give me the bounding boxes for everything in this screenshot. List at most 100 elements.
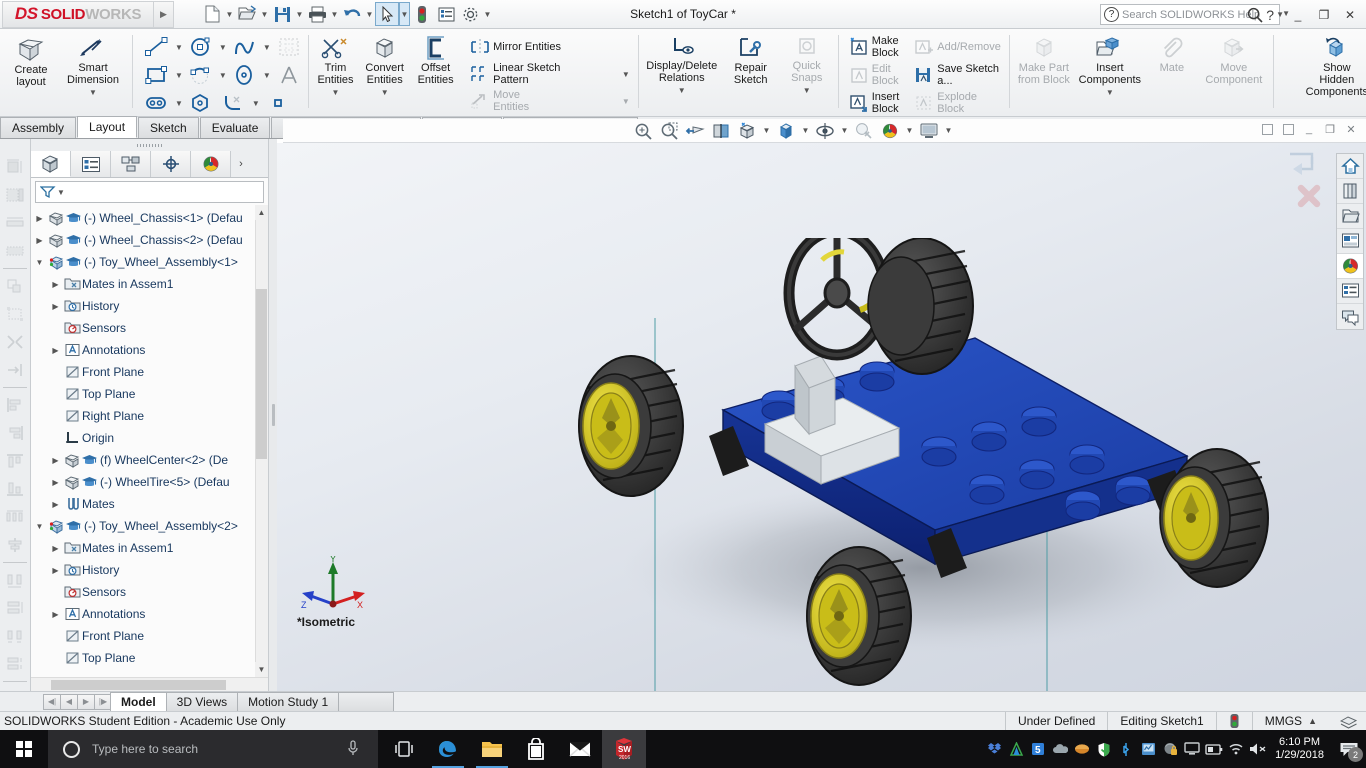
zoom-to-fit-icon[interactable]: [631, 120, 655, 142]
tree-node[interactable]: Top Plane: [33, 383, 268, 405]
status-rebuild-indicator[interactable]: [1215, 711, 1252, 731]
view-settings-icon[interactable]: [917, 120, 941, 142]
hscroll-thumb[interactable]: [51, 680, 226, 690]
tree-node[interactable]: ▶ (f) WheelCenter<2> (De: [33, 449, 268, 471]
wifi-icon[interactable]: [1225, 730, 1247, 768]
network-monitor-icon[interactable]: [1137, 730, 1159, 768]
fillet-caret[interactable]: ▼: [252, 99, 260, 108]
tree-twisty-collapsed[interactable]: ▶: [49, 610, 62, 619]
windows-defender-icon[interactable]: [1093, 730, 1115, 768]
new-document-caret[interactable]: ▼: [224, 2, 235, 26]
volume-muted-icon[interactable]: [1247, 730, 1269, 768]
select-tool-button[interactable]: [375, 2, 399, 26]
toy-car-model[interactable]: [527, 238, 1327, 691]
cancel-sketch-icon[interactable]: [1294, 181, 1324, 214]
tree-node[interactable]: ▼ (-) Toy_Wheel_Assembly<2>: [33, 515, 268, 537]
view-orientation-icon[interactable]: [735, 120, 759, 142]
amber-app-icon[interactable]: [1071, 730, 1093, 768]
close-doc-icon[interactable]: ✕: [1342, 120, 1360, 138]
mirror-entities-item[interactable]: Mirror Entities: [467, 34, 634, 60]
display-manager-tab[interactable]: [191, 151, 231, 177]
property-manager-tab[interactable]: [71, 151, 111, 177]
trim-entities-button[interactable]: Trim Entities ▼: [312, 31, 359, 99]
print-caret[interactable]: ▼: [329, 2, 340, 26]
design-library-icon[interactable]: [1337, 229, 1363, 254]
tree-node[interactable]: ▶ (-) WheelTire<5> (Defau: [33, 471, 268, 493]
security-lock-icon[interactable]: [1159, 730, 1181, 768]
restore-doc-icon[interactable]: ❐: [1321, 120, 1339, 138]
mail-icon[interactable]: [558, 730, 602, 768]
tree-node[interactable]: ▶ History: [33, 559, 268, 581]
options-gear-button[interactable]: [458, 2, 482, 26]
insert-block-item[interactable]: Insert Block: [846, 90, 904, 116]
previous-tab-button[interactable]: ◀: [60, 693, 78, 710]
insert-components-button[interactable]: Insert Components ▼: [1075, 31, 1145, 99]
start-button[interactable]: [0, 730, 48, 768]
hide-show-items-icon[interactable]: [813, 120, 837, 142]
view-settings-caret[interactable]: ▼: [943, 120, 954, 142]
tree-node[interactable]: ▶ History: [33, 295, 268, 317]
search-icon[interactable]: [1247, 7, 1263, 26]
tree-twisty-collapsed[interactable]: ▶: [49, 544, 62, 553]
arc-icon[interactable]: [186, 64, 216, 86]
solidworks-forum-icon[interactable]: [1337, 304, 1363, 329]
tree-twisty-collapsed[interactable]: ▶: [49, 566, 62, 575]
tree-node[interactable]: ▶ Mates in Assem1: [33, 273, 268, 295]
undo-caret[interactable]: ▼: [364, 2, 375, 26]
tree-node[interactable]: Origin: [33, 427, 268, 449]
section-view-icon[interactable]: [709, 120, 733, 142]
save-caret[interactable]: ▼: [294, 2, 305, 26]
battery-icon[interactable]: [1203, 730, 1225, 768]
view-orientation-caret[interactable]: ▼: [761, 120, 772, 142]
tree-node[interactable]: Sensors: [33, 317, 268, 339]
tree-twisty-expanded[interactable]: ▼: [33, 258, 46, 267]
tree-twisty-collapsed[interactable]: ▶: [49, 478, 62, 487]
scroll-down-button[interactable]: ▼: [255, 662, 268, 677]
view-home-icon[interactable]: [1337, 154, 1363, 179]
apply-scene-caret[interactable]: ▼: [904, 120, 915, 142]
next-doc-icon[interactable]: [1279, 120, 1297, 138]
tree-twisty-collapsed[interactable]: ▶: [49, 346, 62, 355]
restore-window-button[interactable]: ❐: [1312, 3, 1336, 27]
bottom-tab-blank[interactable]: [338, 692, 395, 711]
tab-layout[interactable]: Layout: [77, 116, 138, 138]
dropbox-icon[interactable]: [983, 730, 1005, 768]
ellipse-caret[interactable]: ▼: [263, 71, 271, 80]
configuration-manager-tab[interactable]: [111, 151, 151, 177]
tree-twisty-expanded[interactable]: ▼: [33, 522, 46, 531]
tree-node[interactable]: Sensors: [33, 581, 268, 603]
task-view-icon[interactable]: [382, 730, 426, 768]
taskbar-clock[interactable]: 6:10 PM 1/29/2018: [1269, 736, 1332, 762]
linear-sketch-pattern-item[interactable]: Linear Sketch Pattern ▼: [467, 61, 634, 87]
slot-icon[interactable]: [142, 92, 172, 114]
trim-entities-caret[interactable]: ▼: [332, 87, 340, 99]
polygon-icon[interactable]: [186, 92, 216, 114]
open-document-caret[interactable]: ▼: [259, 2, 270, 26]
tree-node[interactable]: ▶ (-) Wheel_Chassis<1> (Defau: [33, 207, 268, 229]
point-icon[interactable]: [263, 92, 293, 114]
tree-node[interactable]: ▶ Annotations: [33, 339, 268, 361]
feature-tree-scrollbar[interactable]: ▲ ▼: [255, 205, 268, 677]
close-window-button[interactable]: ✕: [1338, 3, 1362, 27]
5-app-icon[interactable]: 5: [1027, 730, 1049, 768]
display-delete-relations-caret[interactable]: ▼: [678, 85, 686, 97]
tree-twisty-collapsed[interactable]: ▶: [33, 236, 46, 245]
line-caret[interactable]: ▼: [175, 43, 183, 52]
save-button[interactable]: [270, 2, 294, 26]
tree-twisty-collapsed[interactable]: ▶: [49, 280, 62, 289]
rectangle-icon[interactable]: [142, 64, 172, 86]
insert-components-caret[interactable]: ▼: [1106, 87, 1114, 99]
file-explorer-icon[interactable]: [470, 730, 514, 768]
bottom-tab-3d-views[interactable]: 3D Views: [165, 692, 239, 711]
status-overlay-indicator[interactable]: [1331, 712, 1366, 731]
panel-splitter[interactable]: [269, 139, 277, 691]
tree-twisty-collapsed[interactable]: ▶: [49, 500, 62, 509]
bottom-tab-motion-study[interactable]: Motion Study 1: [237, 692, 340, 711]
spline-icon[interactable]: [230, 36, 260, 58]
make-block-item[interactable]: Make Block: [846, 34, 904, 60]
save-sketch-as-item[interactable]: Save Sketch a...: [911, 62, 1005, 88]
rectangle-caret[interactable]: ▼: [175, 71, 183, 80]
new-document-button[interactable]: [200, 2, 224, 26]
tab-sketch[interactable]: Sketch: [138, 117, 199, 138]
circle-icon[interactable]: [186, 36, 216, 58]
